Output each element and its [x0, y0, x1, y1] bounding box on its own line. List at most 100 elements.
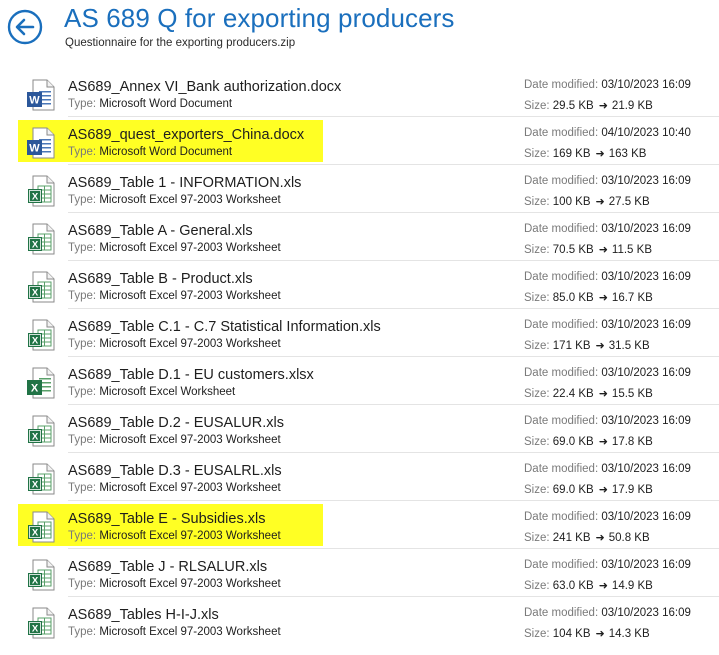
file-row[interactable]: X AS689_Table J - RLSALUR.xls Type: Micr…: [0, 549, 719, 597]
svg-text:W: W: [29, 95, 40, 107]
size-original: 169 KB: [552, 148, 591, 160]
type-label: Type:: [68, 578, 97, 590]
size-compressed: 14.9 KB: [611, 580, 653, 592]
size-original: 85.0 KB: [552, 292, 594, 304]
file-name: AS689_quest_exporters_China.docx: [68, 127, 305, 143]
date-modified-label: Date modified:: [524, 271, 599, 283]
date-modified-value: 03/10/2023 16:09: [601, 79, 691, 91]
size-original: 63.0 KB: [552, 580, 594, 592]
file-row[interactable]: X AS689_Table C.1 - C.7 Statistical Info…: [0, 309, 719, 357]
arrow-right-icon: ➜: [595, 628, 605, 640]
file-row[interactable]: X AS689_Table E - Subsidies.xls Type: Mi…: [0, 501, 719, 549]
date-modified-value: 03/10/2023 16:09: [601, 367, 691, 379]
excel-97-icon: X: [26, 511, 56, 543]
file-type-line: Type: Microsoft Excel 97-2003 Worksheet: [68, 578, 281, 590]
size-line: Size: 63.0 KB ➜ 14.9 KB: [524, 579, 653, 592]
size-label: Size:: [524, 628, 550, 640]
date-modified-label: Date modified:: [524, 607, 599, 619]
file-row[interactable]: X AS689_Table 1 - INFORMATION.xls Type: …: [0, 165, 719, 213]
arrow-right-icon: ➜: [598, 580, 608, 592]
file-row[interactable]: W AS689_quest_exporters_China.docx Type:…: [0, 117, 719, 165]
size-label: Size:: [524, 292, 550, 304]
svg-text:X: X: [32, 480, 39, 491]
date-modified-label: Date modified:: [524, 559, 599, 571]
file-row[interactable]: X AS689_Table B - Product.xls Type: Micr…: [0, 261, 719, 309]
size-original: 241 KB: [552, 532, 591, 544]
svg-text:X: X: [32, 528, 39, 539]
file-name: AS689_Table B - Product.xls: [68, 271, 253, 287]
size-compressed: 31.5 KB: [608, 340, 650, 352]
date-modified-line: Date modified: 04/10/2023 10:40: [524, 127, 691, 139]
date-modified-line: Date modified: 03/10/2023 16:09: [524, 463, 691, 475]
file-type: Microsoft Excel 97-2003 Worksheet: [99, 434, 281, 446]
size-label: Size:: [524, 484, 550, 496]
size-line: Size: 29.5 KB ➜ 21.9 KB: [524, 99, 653, 112]
size-original: 104 KB: [552, 628, 591, 640]
size-original: 29.5 KB: [552, 100, 594, 112]
size-line: Size: 169 KB ➜ 163 KB: [524, 147, 646, 160]
size-original: 69.0 KB: [552, 436, 594, 448]
file-row[interactable]: X AS689_Table D.3 - EUSALRL.xls Type: Mi…: [0, 453, 719, 501]
size-label: Size:: [524, 100, 550, 112]
file-type-line: Type: Microsoft Excel 97-2003 Worksheet: [68, 530, 281, 542]
arrow-right-icon: ➜: [595, 532, 605, 544]
arrow-right-icon: ➜: [598, 484, 608, 496]
date-modified-value: 03/10/2023 16:09: [601, 607, 691, 619]
svg-text:X: X: [32, 432, 39, 443]
file-type: Microsoft Excel 97-2003 Worksheet: [99, 338, 281, 350]
size-compressed: 21.9 KB: [611, 100, 653, 112]
file-type: Microsoft Excel 97-2003 Worksheet: [99, 626, 281, 638]
header: AS 689 Q for exporting producers Questio…: [0, 0, 719, 60]
arrow-right-icon: ➜: [598, 388, 608, 400]
page-title: AS 689 Q for exporting producers: [64, 3, 455, 33]
date-modified-value: 03/10/2023 16:09: [601, 319, 691, 331]
file-type-line: Type: Microsoft Excel 97-2003 Worksheet: [68, 242, 281, 254]
date-modified-line: Date modified: 03/10/2023 16:09: [524, 319, 691, 331]
excel-icon: X: [26, 367, 56, 399]
date-modified-label: Date modified:: [524, 511, 599, 523]
file-type-line: Type: Microsoft Excel 97-2003 Worksheet: [68, 338, 281, 350]
file-type: Microsoft Excel 97-2003 Worksheet: [99, 482, 281, 494]
file-type: Microsoft Excel 97-2003 Worksheet: [99, 290, 281, 302]
size-original: 69.0 KB: [552, 484, 594, 496]
size-compressed: 163 KB: [608, 148, 647, 160]
file-type: Microsoft Excel 97-2003 Worksheet: [99, 578, 281, 590]
size-compressed: 11.5 KB: [611, 244, 652, 256]
size-compressed: 14.3 KB: [608, 628, 650, 640]
date-modified-value: 03/10/2023 16:09: [601, 463, 691, 475]
date-modified-line: Date modified: 03/10/2023 16:09: [524, 559, 691, 571]
file-row[interactable]: X AS689_Tables H-I-J.xls Type: Microsoft…: [0, 597, 719, 645]
file-list: W AS689_Annex VI_Bank authorization.docx…: [0, 69, 719, 645]
type-label: Type:: [68, 482, 97, 494]
size-label: Size:: [524, 244, 550, 256]
file-row[interactable]: X AS689_Table A - General.xls Type: Micr…: [0, 213, 719, 261]
type-label: Type:: [68, 98, 97, 110]
size-line: Size: 104 KB ➜ 14.3 KB: [524, 627, 650, 640]
file-name: AS689_Table D.3 - EUSALRL.xls: [68, 463, 282, 479]
back-button[interactable]: [7, 9, 43, 45]
file-name: AS689_Table J - RLSALUR.xls: [68, 559, 268, 575]
date-modified-value: 03/10/2023 16:09: [601, 271, 691, 283]
size-label: Size:: [524, 340, 550, 352]
file-type-line: Type: Microsoft Excel 97-2003 Worksheet: [68, 194, 281, 206]
file-type: Microsoft Word Document: [99, 146, 233, 158]
size-line: Size: 171 KB ➜ 31.5 KB: [524, 339, 650, 352]
excel-97-icon: X: [26, 559, 56, 591]
date-modified-value: 03/10/2023 16:09: [601, 511, 691, 523]
archive-name: Questionnaire for the exporting producer…: [65, 37, 296, 49]
date-modified-value: 03/10/2023 16:09: [601, 559, 691, 571]
file-row[interactable]: X AS689_Table D.2 - EUSALUR.xls Type: Mi…: [0, 405, 719, 453]
date-modified-label: Date modified:: [524, 319, 599, 331]
type-label: Type:: [68, 290, 97, 302]
file-name: AS689_Tables H-I-J.xls: [68, 607, 219, 623]
svg-text:X: X: [32, 192, 39, 203]
date-modified-value: 03/10/2023 16:09: [601, 415, 691, 427]
type-label: Type:: [68, 386, 97, 398]
size-label: Size:: [524, 196, 550, 208]
date-modified-line: Date modified: 03/10/2023 16:09: [524, 223, 691, 235]
excel-97-icon: X: [26, 607, 56, 639]
svg-text:X: X: [32, 624, 39, 635]
arrow-right-icon: ➜: [595, 196, 605, 208]
file-row[interactable]: X AS689_Table D.1 - EU customers.xlsx Ty…: [0, 357, 719, 405]
file-row[interactable]: W AS689_Annex VI_Bank authorization.docx…: [0, 69, 719, 117]
